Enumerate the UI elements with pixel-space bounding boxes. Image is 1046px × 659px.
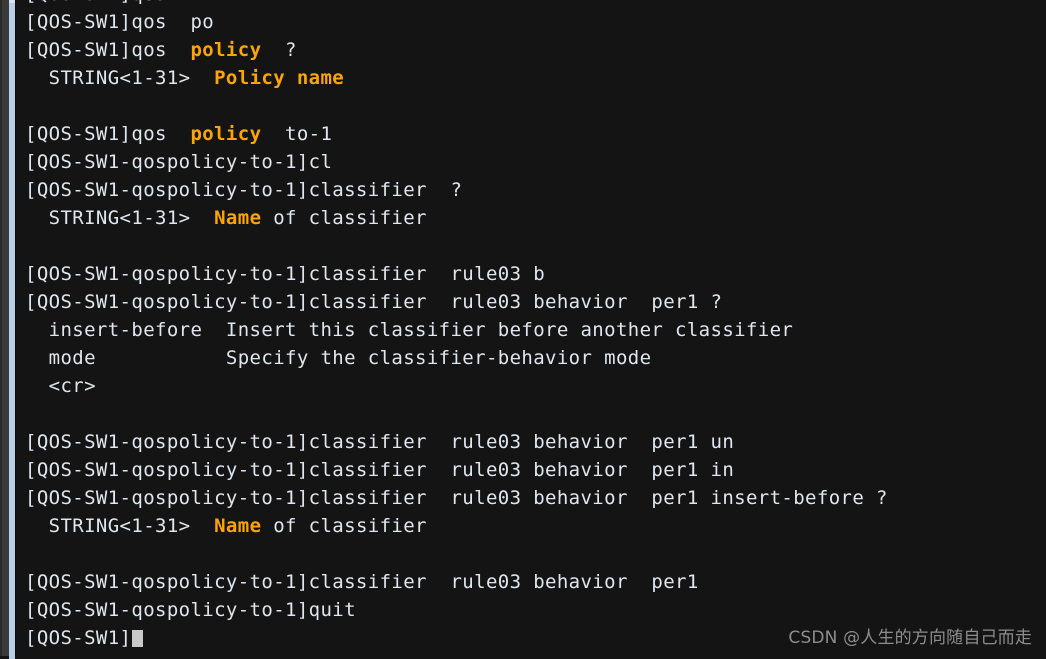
terminal-line: [QOS-SW1-qospolicy-to-1]classifier ?: [25, 176, 1046, 204]
text-token: [QOS-SW1-qospolicy-to-1]classifier rule0…: [25, 459, 735, 481]
terminal-line: [QOS-SW1-qospolicy-to-1]classifier rule0…: [25, 484, 1046, 512]
terminal-line: [QOS-SW1]qos policy to-1: [25, 120, 1046, 148]
terminal-output-area[interactable]: [QOS-SW1]qos [QOS-SW1]qos po [QOS-SW1]qos …: [16, 0, 1046, 656]
terminal-line: [QOS-SW1-qospolicy-to-1]classifier rule0…: [25, 568, 1046, 596]
terminal-line: [QOS-SW1-qospolicy-to-1]classifier rule0…: [25, 288, 1046, 316]
terminal-line: STRING<1-31> Name of classifier: [25, 204, 1046, 232]
text-token: [QOS-SW1-qospolicy-to-1]classifier rule0…: [25, 263, 546, 285]
terminal-line: [QOS-SW1]qos po: [25, 8, 1046, 36]
text-token: [QOS-SW1]qos po: [25, 11, 215, 33]
text-token: [QOS-SW1]qos: [25, 123, 191, 145]
text-token: [QOS-SW1-qospolicy-to-1]classifier rule0…: [25, 291, 723, 313]
keyword-token: Name: [214, 207, 262, 229]
keyword-token: Policy name: [214, 67, 345, 89]
terminal-line: [QOS-SW1]qos: [25, 0, 1046, 8]
text-token: [QOS-SW1-qospolicy-to-1]classifier rule0…: [25, 431, 735, 453]
text-token: [QOS-SW1-qospolicy-to-1]classifier rule0…: [25, 487, 888, 509]
keyword-token: Name: [214, 515, 262, 537]
terminal-line: [QOS-SW1]qos policy ?: [25, 36, 1046, 64]
text-cursor: [132, 630, 144, 647]
terminal-line: insert-before Insert this classifier bef…: [25, 316, 1046, 344]
text-token: [QOS-SW1-qospolicy-to-1]classifier rule0…: [25, 571, 699, 593]
keyword-token: policy: [190, 39, 262, 61]
text-token: to-1: [261, 123, 333, 145]
scrollbar-thumb[interactable]: [9, 0, 15, 659]
text-token: of classifier: [261, 515, 427, 537]
text-token: mode Specify the classifier-behavior mod…: [25, 347, 652, 369]
terminal-window: [QOS-SW1]qos [QOS-SW1]qos po [QOS-SW1]qos …: [0, 0, 1046, 659]
text-token: STRING<1-31>: [25, 515, 215, 537]
terminal-line: [QOS-SW1-qospolicy-to-1]quit: [25, 596, 1046, 624]
terminal-line: <cr>: [25, 372, 1046, 400]
text-token: STRING<1-31>: [25, 67, 215, 89]
text-token: insert-before Insert this classifier bef…: [25, 319, 794, 341]
text-token: STRING<1-31>: [25, 207, 215, 229]
text-token: ?: [261, 39, 297, 61]
terminal-line: [QOS-SW1-qospolicy-to-1]cl: [25, 148, 1046, 176]
terminal-line: [QOS-SW1-qospolicy-to-1]classifier rule0…: [25, 260, 1046, 288]
terminal-line: [QOS-SW1-qospolicy-to-1]classifier rule0…: [25, 456, 1046, 484]
text-token: [QOS-SW1]qos: [25, 39, 191, 61]
text-token: [QOS-SW1-qospolicy-to-1]cl: [25, 151, 333, 173]
csdn-watermark: CSDN @人生的方向随自己而走: [788, 628, 1032, 648]
terminal-line: [QOS-SW1-qospolicy-to-1]classifier rule0…: [25, 428, 1046, 456]
text-token: [QOS-SW1-qospolicy-to-1]quit: [25, 599, 356, 621]
text-token: [QOS-SW1]qos: [25, 0, 167, 5]
vertical-scrollbar[interactable]: [0, 0, 16, 659]
terminal-line: mode Specify the classifier-behavior mod…: [25, 344, 1046, 372]
terminal-line: STRING<1-31> Name of classifier: [25, 512, 1046, 540]
text-token: <cr>: [25, 375, 96, 397]
text-token: [QOS-SW1-qospolicy-to-1]classifier ?: [25, 179, 463, 201]
keyword-token: policy: [190, 123, 262, 145]
terminal-line: STRING<1-31> Policy name: [25, 64, 1046, 92]
text-token: [QOS-SW1]: [25, 627, 132, 649]
text-token: of classifier: [261, 207, 427, 229]
terminal-screen: [QOS-SW1]qos [QOS-SW1]qos po [QOS-SW1]qos …: [16, 0, 1046, 652]
